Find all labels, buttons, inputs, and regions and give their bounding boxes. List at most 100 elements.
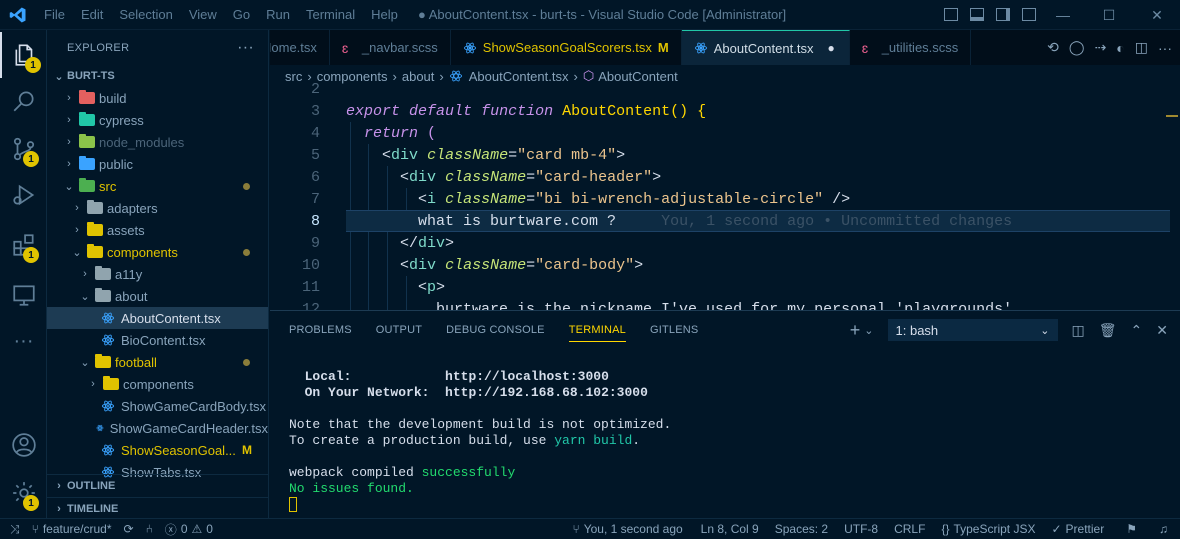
outline-section[interactable]: › OUTLINE [47,475,268,497]
unsaved-dot-icon[interactable]: ● [827,41,834,55]
term-local-url[interactable]: http://localhost:3000 [445,369,609,384]
term-network-url[interactable]: http://192.168.68.102:3000 [445,385,648,400]
tab-about-content[interactable]: AboutContent.tsx ● [681,30,850,65]
tab-about-content-label: AboutContent.tsx [713,40,814,56]
git-graph-icon[interactable]: ⑃ [140,522,159,536]
next-revision-icon[interactable]: ⇢ [1095,39,1107,56]
current-code-line: what is burtware.com ? You, 1 second ago… [346,210,1170,232]
toggle-secondary-sidebar-icon[interactable] [996,8,1010,21]
tab-output[interactable]: OUTPUT [376,311,422,349]
workspace-root-label: BURT-TS [67,70,115,82]
tree-item-label: public [99,156,133,172]
term-note2-cmd: yarn build [554,433,633,448]
chevron-right-icon: › [67,158,71,170]
tab-gitlens[interactable]: GITLENS [650,311,698,349]
open-changes-icon[interactable]: ⟲ [1047,39,1059,56]
menu-selection[interactable]: Selection [111,0,180,30]
explorer-icon[interactable]: 1 [0,32,47,78]
feedback-icon[interactable]: ⚑ [1120,522,1143,536]
minimize-button[interactable]: — [1040,0,1086,30]
tab-home[interactable]: Home.tsx [270,30,330,65]
customize-layout-icon[interactable] [1022,8,1036,21]
remote-explorer-icon[interactable] [0,272,47,318]
tree-item[interactable]: ShowGameCardBody.tsx [47,395,268,417]
search-icon[interactable] [0,78,47,124]
code-line: 3 export default function AboutContent() … [270,100,1180,122]
menu-terminal[interactable]: Terminal [298,0,363,30]
maximize-panel-icon[interactable]: ⌃ [1131,322,1143,339]
sync-icon[interactable]: ⟳ [118,522,140,536]
tree-item[interactable]: BioContent.tsx [47,329,268,351]
split-editor-icon[interactable]: ◫ [1135,39,1148,56]
formatter[interactable]: ✓ Prettier [1045,522,1110,536]
split-terminal-icon[interactable]: ◫ [1072,322,1085,339]
more-actions-button[interactable]: ··· [237,39,254,57]
tab-utilities[interactable]: ɛ _utilities.scss [850,30,972,65]
remote-indicator-icon[interactable]: ⤨ [0,522,26,537]
account-icon[interactable] [0,422,47,468]
tree-item[interactable]: ⌄ about [47,285,268,307]
menu-help[interactable]: Help [363,0,406,30]
tree-item[interactable]: › assets [47,219,268,241]
code-editor[interactable]: 2 3 export default function AboutContent(… [270,81,1180,310]
extensions-icon[interactable]: 1 [0,222,47,268]
tree-item-label: components [123,376,194,392]
tree-item[interactable]: › components [47,373,268,395]
tree-item[interactable]: › adapters [47,197,268,219]
problems-indicator[interactable]: ⓧ 0 ⚠ 0 [159,521,219,538]
tree-item[interactable]: ⌄ src [47,175,268,197]
toggle-blame-icon[interactable]: ◐ [1116,40,1124,56]
tab-problems[interactable]: PROBLEMS [289,311,352,349]
new-terminal-icon[interactable]: + [850,320,861,341]
encoding[interactable]: UTF-8 [838,522,884,536]
tab-navbar[interactable]: ɛ _navbar.scss [330,30,451,65]
end-of-line[interactable]: CRLF [888,522,931,536]
more-icon[interactable]: ··· [0,318,47,364]
indentation[interactable]: Spaces: 2 [769,522,834,536]
react-icon [101,312,115,324]
tree-item[interactable]: ⌄ components [47,241,268,263]
menu-edit[interactable]: Edit [73,0,111,30]
notifications-bell-icon[interactable]: ♫ [1153,522,1180,536]
tree-item[interactable]: › node_modules [47,131,268,153]
menu-run[interactable]: Run [258,0,298,30]
toggle-sidebar-icon[interactable] [944,8,958,21]
close-panel-icon[interactable]: ✕ [1156,322,1168,339]
more-editor-actions-icon[interactable]: ··· [1158,40,1172,56]
menu-go[interactable]: Go [225,0,258,30]
modified-dot-icon [243,183,250,190]
tree-item[interactable]: ShowGameCardHeader.tsx [47,417,268,439]
menu-file[interactable]: File [36,0,73,30]
trash-icon[interactable]: 🗑 [1099,322,1117,339]
tree-item-label: ShowGameCardBody.tsx [121,398,266,414]
workspace-root[interactable]: ⌄ BURT-TS [47,65,268,87]
timeline-section[interactable]: › TIMELINE [47,497,268,518]
settings-gear-icon[interactable]: 1 [0,470,47,516]
chevron-down-icon[interactable]: ⌄ [864,324,873,337]
tree-item[interactable]: › cypress [47,109,268,131]
language-mode[interactable]: {} TypeScript JSX [935,522,1041,536]
line-number: 6 [310,168,320,186]
previous-revision-icon[interactable]: ◯ [1069,39,1085,56]
code-line: 10 <div className="card-body"> [270,254,1180,276]
maximize-button[interactable]: ☐ [1086,0,1132,30]
tree-item[interactable]: ⌄ football [47,351,268,373]
blame-indicator[interactable]: ⑂ You, 1 second ago [566,522,688,536]
cursor-position[interactable]: Ln 8, Col 9 [695,522,765,536]
tree-item[interactable]: › build [47,87,268,109]
toggle-panel-icon[interactable] [970,8,984,21]
tree-item[interactable]: › public [47,153,268,175]
tree-item[interactable]: › a11y [47,263,268,285]
tab-show-season-goal-scorers[interactable]: ShowSeasonGoalScorers.tsx M [451,30,682,65]
tree-item[interactable]: AboutContent.tsx [47,307,268,329]
close-window-button[interactable]: ✕ [1134,0,1180,30]
branch-indicator[interactable]: ⑂ feature/crud* [26,522,118,536]
tree-item[interactable]: ShowSeasonGoal... M [47,439,268,461]
tab-terminal[interactable]: TERMINAL [568,318,626,342]
source-control-icon[interactable]: 1 [0,126,47,172]
menu-view[interactable]: View [181,0,225,30]
run-debug-icon[interactable] [0,172,47,218]
terminal-select[interactable]: 1: bash ⌄ [887,319,1058,341]
tab-debug-console[interactable]: DEBUG CONSOLE [446,311,545,349]
terminal-output[interactable]: Local: http://localhost:3000 On Your Net… [289,369,671,513]
